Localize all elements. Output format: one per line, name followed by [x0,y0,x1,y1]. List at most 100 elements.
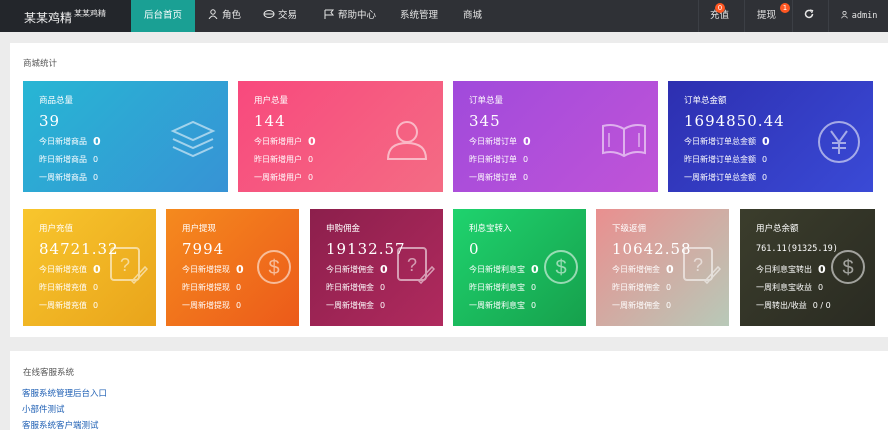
card-line-value: 0 [236,263,244,276]
card-title: 订单总金额 [684,96,727,106]
card-line-value: 0 / 0 [812,301,831,310]
card-line-value: 0 [236,283,242,292]
support-panel-title: 在线客服系统 [23,368,75,378]
card-line-label: 昨日新增佣金 [326,283,374,292]
stat-card-orders[interactable]: 订单总量 345 今日新增订单 0 昨日新增订单 0 一周新增订单 0 [453,81,658,192]
card-line-label: 一周新增提现 [182,301,230,310]
card-line-value: 0 [380,263,388,276]
card-line-label: 昨日新增订单 [469,155,517,164]
user-menu[interactable]: admin [828,0,888,32]
nav-mall-label: 商城 [463,10,483,21]
dollar-icon: $ [831,250,865,284]
card-line-label: 一周新增充值 [39,301,87,310]
user-icon [386,121,428,160]
brand-name: 某某鸡精 [24,11,73,25]
card-line-value: 0 [380,301,386,310]
card-title: 用户提现 [182,224,217,234]
card-value: 345 [469,112,501,130]
card-line-value: 0 [93,301,99,310]
refresh-button[interactable] [792,0,824,32]
link-admin-entry[interactable]: 客服系统管理后台入口 [22,386,107,402]
card-line-label: 今日新增提现 [182,265,230,274]
stack-icon [170,120,216,158]
brand[interactable]: 某某鸡精 某某鸡精 [0,0,131,32]
nav-help[interactable]: 帮助中心 [323,0,376,32]
stat-card-order-amount[interactable]: 订单总金额 1694850.44 今日新增订单总金额 0 昨日新增订单总金额 0 一… [668,81,873,192]
card-line-label: 今日新增佣金 [612,265,660,274]
nav-trade[interactable]: 交易 [263,0,297,32]
card-line-label: 昨日新增充值 [39,283,87,292]
stat-card-interest[interactable]: 利息宝转入 0 今日新增利息宝 0 昨日新增利息宝 0 一周新增利息宝 0 $ [453,209,586,326]
stat-card-products[interactable]: 商品总量 39 今日新增商品 0 昨日新增商品 0 一周新增商品 0 [23,81,228,192]
nav-home[interactable]: 后台首页 [131,0,195,32]
card-value: 0 [469,240,480,258]
brand-subtitle: 某某鸡精 [74,9,106,18]
nav-home-label: 后台首页 [143,10,182,21]
card-line-value: 0 [380,283,386,292]
yen-icon [818,121,860,163]
top-navbar: 某某鸡精 某某鸡精 后台首页 角色 交易 帮助中心 系统管理 商城 充值 0 提… [0,0,888,32]
stat-card-users[interactable]: 用户总量 144 今日新增用户 0 昨日新增用户 0 一周新增用户 0 [238,81,443,192]
card-line-label: 昨日新增利息宝 [469,283,525,292]
stat-card-withdraw[interactable]: 用户提现 7994 今日新增提现 0 昨日新增提现 0 一周新增提现 0 $ [166,209,299,326]
withdraw-label: 提现 [756,10,776,21]
card-line-label: 一周转出/收益 [756,301,807,310]
dollar-icon: $ [544,250,578,284]
nav-roles[interactable]: 角色 [207,0,241,32]
svg-text:$: $ [268,257,279,279]
card-line-label: 今日新增利息宝 [469,265,525,274]
nav-system[interactable]: 系统管理 [400,0,438,32]
svg-text:$: $ [555,257,566,279]
card-line-label: 昨日新增用户 [254,155,302,164]
card-line-label: 今日新增用户 [254,137,302,146]
card-line-label: 一周新增利息宝 [469,301,525,310]
withdraw-button[interactable]: 提现 1 [744,0,790,32]
username: admin [851,11,878,21]
card-title: 下级返佣 [612,224,647,234]
card-value: 84721.32 [39,240,119,258]
support-links: 客服系统管理后台入口 小部件测试 客服系统客户端测试 [22,386,107,430]
card-line-label: 昨日新增订单总金额 [684,155,756,164]
edit-icon: ? [110,247,148,285]
card-line-value: 0 [666,283,672,292]
card-title: 利息宝转入 [469,224,512,234]
card-line-label: 一周新增佣金 [326,301,374,310]
card-line-value: 0 [236,301,242,310]
stat-card-recharge[interactable]: 用户充值 84721.32 今日新增充值 0 昨日新增充值 0 一周新增充值 0 ? [23,209,156,326]
svg-text:?: ? [120,255,130,275]
card-line-value: 0 [93,135,101,148]
card-title: 用户充值 [39,224,74,234]
link-widget-test[interactable]: 小部件测试 [22,402,107,418]
stat-card-balance[interactable]: 用户总余额 761.11(91325.19) 今日利息宝转出 0 一周利息宝收益 0… [740,209,875,326]
card-title: 订单总量 [469,96,504,106]
card-line-value: 0 [818,283,824,292]
support-panel: 在线客服系统 [10,351,888,430]
nav-mall[interactable]: 商城 [463,0,482,32]
nav-trade-label: 交易 [278,10,298,21]
card-line-label: 一周新增用户 [254,173,302,182]
stat-card-rebate[interactable]: 下级返佣 10642.58 今日新增佣金 0 昨日新增佣金 0 一周新增佣金 0 ? [596,209,729,326]
card-line-value: 0 [93,173,99,182]
card-line-value: 0 [93,283,99,292]
card-line-label: 昨日新增商品 [39,155,87,164]
card-line-label: 一周新增订单 [469,173,517,182]
card-line-value: 0 [308,135,316,148]
card-line-value: 0 [818,263,826,276]
user-icon [840,10,848,19]
card-line-value: 0 [93,155,99,164]
card-line-value: 0 [523,173,529,182]
card-line-label: 一周利息宝收益 [756,283,812,292]
card-line-value: 0 [308,173,314,182]
svg-text:$: $ [842,257,853,279]
card-line-value: 0 [762,173,768,182]
card-line-label: 今日新增充值 [39,265,87,274]
card-line-label: 今日新增订单总金额 [684,137,756,146]
card-line-value: 0 [762,135,770,148]
card-line-label: 今日新增商品 [39,137,87,146]
card-line-value: 0 [523,135,531,148]
stat-card-commission[interactable]: 申购佣金 19132.57 今日新增佣金 0 昨日新增佣金 0 一周新增佣金 0 ? [310,209,443,326]
recharge-button[interactable]: 充值 0 [698,0,740,32]
card-line-label: 一周新增佣金 [612,301,660,310]
card-title: 用户总余额 [756,224,799,234]
link-client-test[interactable]: 客服系统客户端测试 [22,418,107,430]
